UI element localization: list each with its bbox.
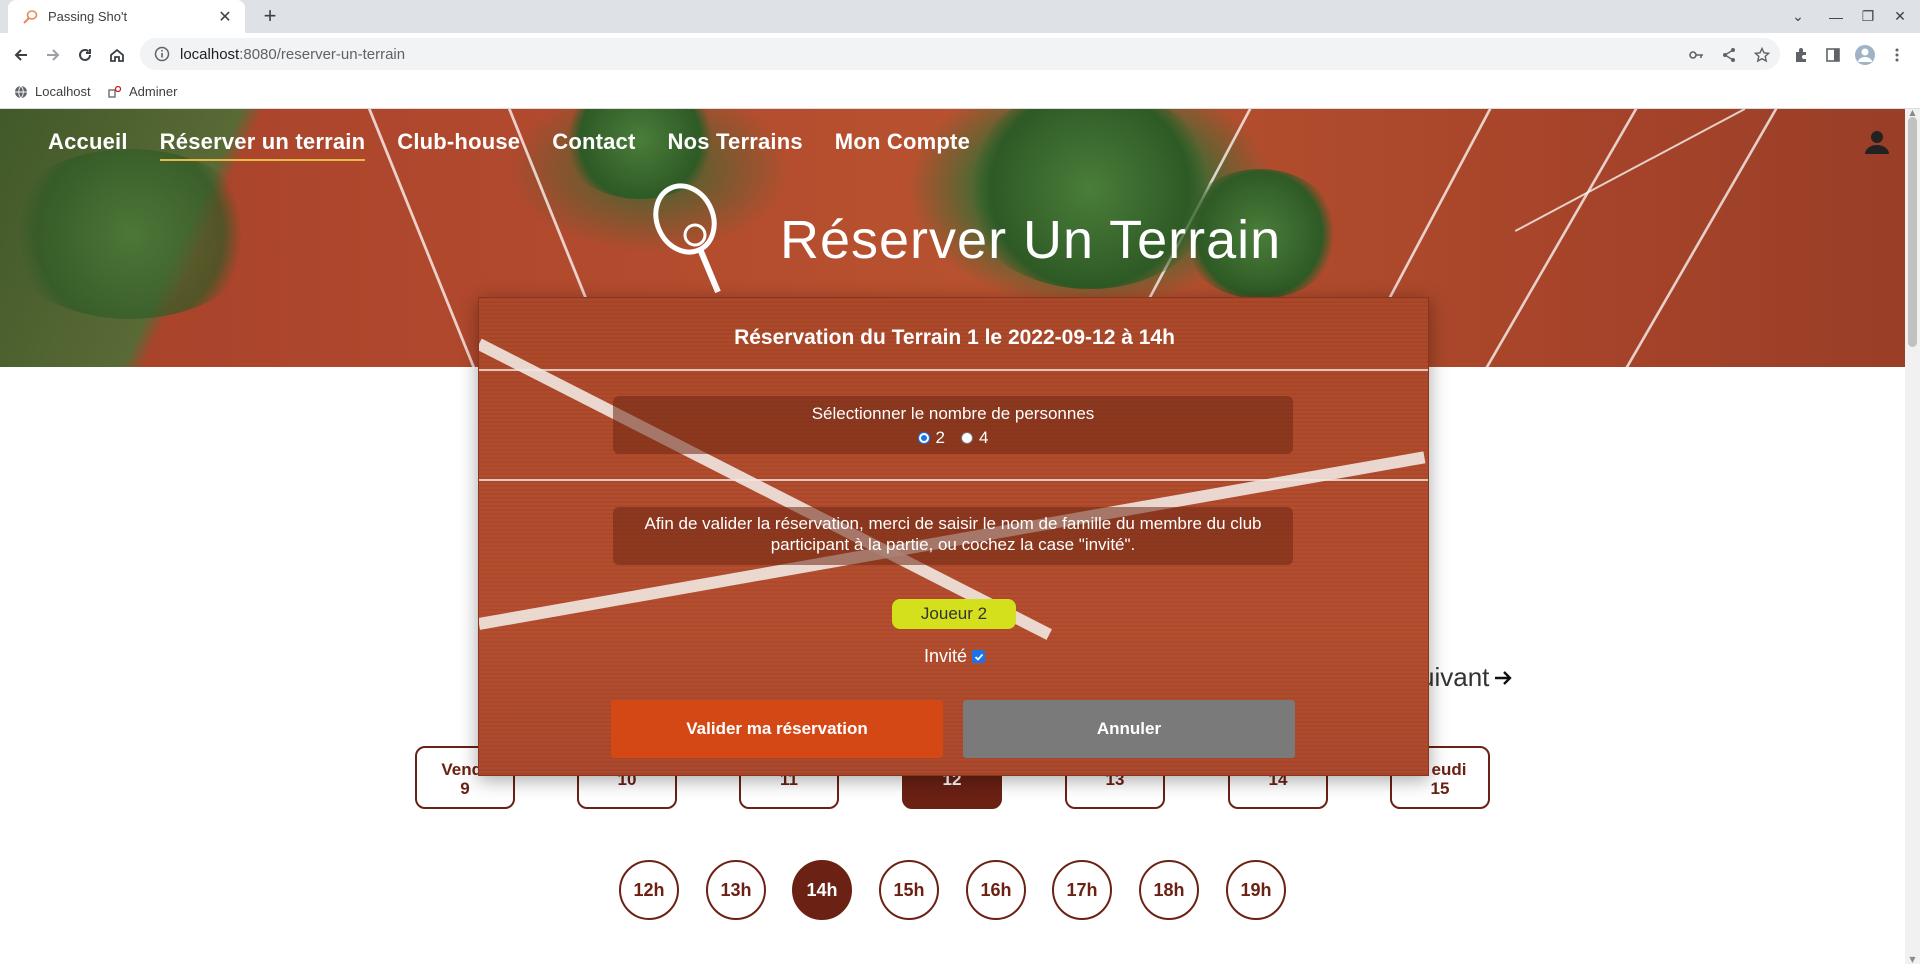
browser-tab[interactable]: Passing Sho't ✕ bbox=[8, 0, 245, 33]
reservation-modal: Réservation du Terrain 1 le 2022-09-12 à… bbox=[478, 297, 1429, 776]
hour-button[interactable]: 17h bbox=[1052, 860, 1112, 920]
next-week-label: uivant bbox=[1420, 662, 1490, 692]
tab-close-icon[interactable]: ✕ bbox=[215, 7, 235, 27]
page-scrollbar[interactable]: ▲ ▼ bbox=[1905, 109, 1920, 964]
hour-button-selected[interactable]: 14h bbox=[792, 860, 852, 920]
court-line bbox=[1485, 109, 1638, 367]
nav-contact[interactable]: Contact bbox=[552, 129, 635, 161]
persons-panel: Sélectionner le nombre de personnes 2 4 bbox=[613, 396, 1293, 454]
profile-avatar-icon[interactable] bbox=[1854, 44, 1876, 66]
hour-button[interactable]: 18h bbox=[1139, 860, 1199, 920]
globe-icon bbox=[15, 85, 27, 98]
info-panel: Afin de valider la réservation, merci de… bbox=[613, 507, 1293, 565]
hour-button[interactable]: 15h bbox=[879, 860, 939, 920]
nav-mon-compte[interactable]: Mon Compte bbox=[835, 129, 970, 161]
forward-icon[interactable] bbox=[40, 42, 66, 68]
site-info-icon[interactable] bbox=[154, 46, 170, 62]
nav-accueil[interactable]: Accueil bbox=[48, 129, 128, 161]
back-icon[interactable] bbox=[8, 42, 34, 68]
arrow-right-icon bbox=[1495, 670, 1513, 685]
tab-search-icon[interactable]: ⌄ bbox=[1782, 0, 1814, 33]
hour-button[interactable]: 19h bbox=[1226, 860, 1286, 920]
info-text: Afin de valider la réservation, merci de… bbox=[644, 514, 1262, 554]
divider bbox=[479, 479, 1428, 481]
url-text: localhost:8080/reserver-un-terrain bbox=[180, 45, 406, 63]
address-bar[interactable]: localhost:8080/reserver-un-terrain bbox=[140, 38, 1780, 70]
bookmark-label: Adminer bbox=[129, 84, 178, 99]
home-icon[interactable] bbox=[104, 42, 130, 68]
hour-button[interactable]: 12h bbox=[619, 860, 679, 920]
cancel-button[interactable]: Annuler bbox=[963, 700, 1295, 758]
nav-reserver-un-terrain[interactable]: Réserver un terrain bbox=[159, 129, 366, 161]
main-navigation: Accueil Réserver un terrain Club-house C… bbox=[48, 129, 970, 161]
player-2-field[interactable]: Joueur 2 bbox=[892, 599, 1016, 629]
court-line bbox=[479, 338, 1052, 640]
browser-menu-icon[interactable] bbox=[1886, 44, 1908, 66]
restore-icon[interactable]: ❐ bbox=[1852, 0, 1884, 33]
bookmark-localhost[interactable]: Localhost bbox=[14, 84, 91, 99]
extensions-icon[interactable] bbox=[1790, 44, 1812, 66]
guest-row: Invité bbox=[479, 646, 1428, 667]
bookmark-star-icon[interactable] bbox=[1751, 44, 1773, 66]
bookmark-adminer[interactable]: Adminer bbox=[108, 84, 177, 99]
tree-decoration bbox=[0, 149, 260, 319]
bookmarks-bar: Localhost Adminer bbox=[0, 77, 1920, 109]
checkmark-icon bbox=[974, 653, 983, 661]
day-number: 9 bbox=[460, 779, 470, 798]
next-week-link[interactable]: uivant bbox=[1420, 662, 1513, 693]
guest-checkbox[interactable] bbox=[972, 650, 986, 663]
minimize-icon[interactable]: — bbox=[1820, 0, 1852, 33]
new-tab-icon[interactable]: + bbox=[258, 5, 282, 29]
guest-label: Invité bbox=[923, 646, 968, 666]
browser-tab-strip: Passing Sho't ✕ + ⌄ — ❐ ✕ bbox=[0, 0, 1920, 33]
user-account-icon[interactable] bbox=[1864, 129, 1890, 155]
bookmark-label: Localhost bbox=[35, 84, 91, 99]
persons-radio-4[interactable] bbox=[961, 432, 973, 444]
day-number: 15 bbox=[1430, 779, 1450, 798]
adminer-icon bbox=[108, 85, 122, 98]
persons-option-label: 2 bbox=[935, 428, 945, 447]
scrollbar-thumb[interactable] bbox=[1908, 117, 1917, 347]
divider bbox=[479, 369, 1428, 371]
persons-radio-2[interactable] bbox=[917, 432, 930, 444]
tennis-racket-logo-icon bbox=[653, 183, 721, 294]
nav-club-house[interactable]: Club-house bbox=[397, 129, 520, 161]
court-line bbox=[1514, 109, 1746, 232]
hour-button[interactable]: 13h bbox=[706, 860, 766, 920]
scroll-up-icon[interactable]: ▲ bbox=[1908, 109, 1917, 117]
share-icon[interactable] bbox=[1718, 44, 1740, 66]
scroll-down-icon[interactable]: ▼ bbox=[1908, 956, 1917, 964]
hour-button[interactable]: 16h bbox=[966, 860, 1026, 920]
persons-option-label: 4 bbox=[979, 428, 989, 447]
court-line bbox=[1625, 109, 1778, 367]
window-close-icon[interactable]: ✕ bbox=[1884, 0, 1916, 33]
tab-title: Passing Sho't bbox=[48, 9, 128, 24]
nav-nos-terrains[interactable]: Nos Terrains bbox=[668, 129, 803, 161]
password-key-icon[interactable] bbox=[1685, 44, 1707, 66]
persons-label: Sélectionner le nombre de personnes bbox=[811, 404, 1095, 423]
tennis-racket-favicon-icon bbox=[23, 9, 38, 24]
reload-icon[interactable] bbox=[72, 42, 98, 68]
persons-radio-group: 2 4 bbox=[613, 428, 1293, 448]
side-panel-icon[interactable] bbox=[1822, 44, 1844, 66]
modal-title: Réservation du Terrain 1 le 2022-09-12 à… bbox=[734, 326, 1175, 349]
confirm-reservation-button[interactable]: Valider ma réservation bbox=[611, 700, 943, 758]
browser-toolbar: localhost:8080/reserver-un-terrain bbox=[0, 33, 1920, 77]
page-title: Réserver Un Terrain bbox=[780, 210, 1282, 270]
